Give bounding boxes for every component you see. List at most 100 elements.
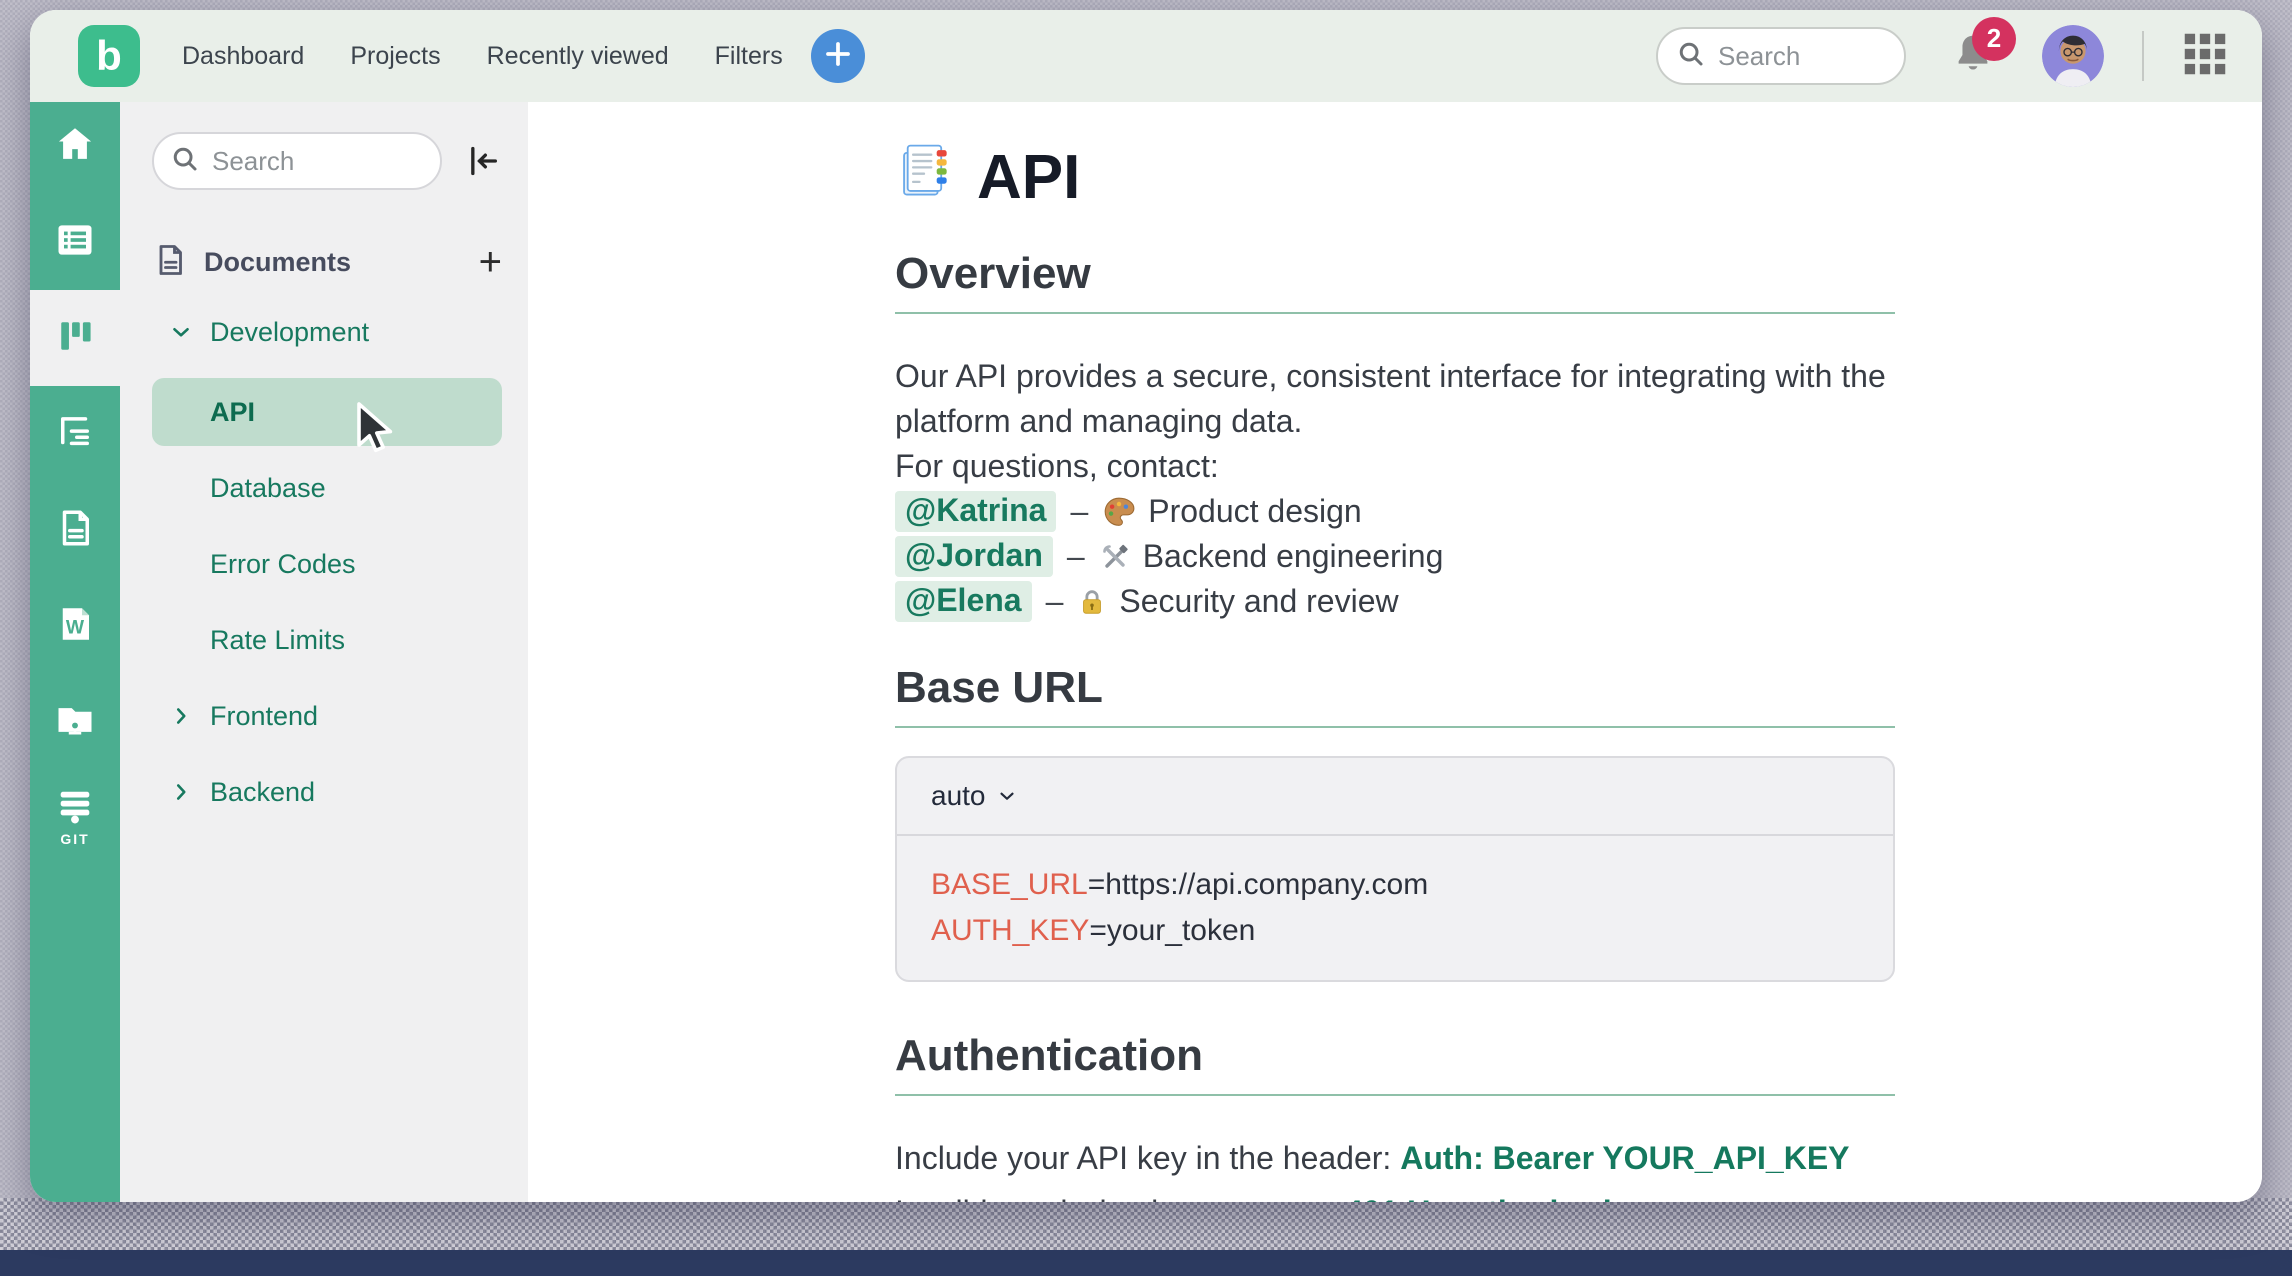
notifications-button[interactable]: 2 xyxy=(1950,31,1996,82)
auth-line-2: Invalid or missing key returns a 401 Una… xyxy=(895,1190,1895,1202)
collapse-sidebar-button[interactable] xyxy=(462,141,502,181)
tree-item-rate-limits[interactable]: Rate Limits xyxy=(152,618,502,662)
rail-item-folder-network[interactable] xyxy=(30,690,120,754)
background-grain xyxy=(0,1198,2292,1250)
list-board-icon xyxy=(53,218,97,267)
apps-grid-button[interactable] xyxy=(2178,27,2232,86)
search-icon xyxy=(170,144,200,179)
overview-paragraph: Our API provides a secure, consistent in… xyxy=(895,354,1895,489)
add-document-button[interactable]: + xyxy=(479,242,502,282)
app-logo-letter: b xyxy=(96,32,122,80)
notification-badge: 2 xyxy=(1972,17,2016,61)
global-search[interactable] xyxy=(1656,27,1906,85)
rail-item-kanban-active[interactable] xyxy=(30,290,120,386)
heading-rule xyxy=(895,1094,1895,1096)
app-logo[interactable]: b xyxy=(78,25,140,87)
documents-section-label: Documents xyxy=(204,247,463,278)
create-new-button[interactable] xyxy=(811,29,865,83)
app-window: b Dashboard Projects Recently viewed Fil… xyxy=(30,10,2262,1202)
lock-icon xyxy=(1077,586,1107,618)
rail-item-document[interactable] xyxy=(30,498,120,562)
rail-item-list[interactable] xyxy=(30,210,120,274)
code-value: =your_token xyxy=(1089,914,1255,947)
svg-text:W: W xyxy=(66,617,85,638)
chevron-down-icon xyxy=(996,785,1018,807)
tree-item-label: Backend xyxy=(210,777,315,808)
git-icon xyxy=(53,790,97,829)
code-line: AUTH_KEY=your_token xyxy=(931,908,1859,954)
code-line: BASE_URL=https://api.company.com xyxy=(931,862,1859,908)
mention-katrina[interactable]: @Katrina xyxy=(895,491,1056,532)
nav-projects[interactable]: Projects xyxy=(350,42,440,71)
code-key: AUTH_KEY xyxy=(931,914,1089,947)
topbar: b Dashboard Projects Recently viewed Fil… xyxy=(30,10,2262,102)
page-title-text: API xyxy=(977,144,1080,212)
top-navigation: Dashboard Projects Recently viewed Filte… xyxy=(182,42,783,71)
nav-filters[interactable]: Filters xyxy=(715,42,783,71)
git-label: GIT xyxy=(60,831,89,847)
tree-item-frontend[interactable]: Frontend xyxy=(152,694,502,738)
documents-sidebar: Documents + Development API Database Er xyxy=(120,102,528,1202)
code-block-body: BASE_URL=https://api.company.com AUTH_KE… xyxy=(897,836,1893,980)
user-avatar[interactable] xyxy=(2042,25,2104,87)
dash-separator: – xyxy=(1067,538,1085,575)
heading-rule xyxy=(895,312,1895,314)
code-value: =https://api.company.com xyxy=(1088,868,1428,901)
rail-item-home[interactable] xyxy=(30,114,120,178)
avatar-image xyxy=(2042,25,2104,87)
tree-item-label: Rate Limits xyxy=(210,625,345,656)
bookmark-tabs-icon xyxy=(895,142,953,214)
word-file-icon: W xyxy=(54,603,96,650)
tree-item-label: Development xyxy=(210,317,369,348)
contact-row: @Jordan – Backend engineering xyxy=(895,534,1895,579)
topbar-divider xyxy=(2142,31,2144,81)
tree-item-label: Error Codes xyxy=(210,549,356,580)
tree-item-backend[interactable]: Backend xyxy=(152,770,502,814)
section-heading-overview: Overview xyxy=(895,250,1895,298)
chevron-right-icon xyxy=(168,703,194,729)
tree-item-development[interactable]: Development xyxy=(152,310,502,354)
tree-item-label: Frontend xyxy=(210,701,318,732)
auth-401-code: 401 Unauthorized xyxy=(1345,1194,1612,1202)
search-icon xyxy=(1676,39,1706,74)
rail-item-git[interactable]: GIT xyxy=(30,786,120,850)
palette-icon xyxy=(1102,495,1136,529)
sidebar-search-input[interactable] xyxy=(212,146,424,177)
home-icon xyxy=(54,123,96,170)
documents-section-header[interactable]: Documents + xyxy=(152,242,502,282)
rail-item-word-file[interactable]: W xyxy=(30,594,120,658)
contact-role: Backend engineering xyxy=(1143,538,1444,575)
kanban-board-icon xyxy=(53,314,97,363)
sidebar-search[interactable] xyxy=(152,132,442,190)
tree-item-database[interactable]: Database xyxy=(152,466,502,510)
global-search-input[interactable] xyxy=(1718,41,1886,72)
code-key: BASE_URL xyxy=(931,868,1088,901)
document-content: API Overview Our API provides a secure, … xyxy=(528,102,2262,1202)
page-title: API xyxy=(895,142,1895,214)
bell-icon xyxy=(1950,64,1996,81)
tree-item-api-selected[interactable]: API xyxy=(152,378,502,446)
auth-line-1-text: Include your API key in the header: xyxy=(895,1140,1400,1176)
documents-tree: Development API Database Error Codes Rat… xyxy=(152,310,502,814)
mention-jordan[interactable]: @Jordan xyxy=(895,536,1053,577)
auth-line-1: Include your API key in the header: Auth… xyxy=(895,1136,1895,1180)
tree-item-label: API xyxy=(152,397,255,428)
dash-separator: – xyxy=(1046,583,1064,620)
rail-item-outline[interactable] xyxy=(30,402,120,466)
outline-tree-icon xyxy=(54,411,96,458)
chevron-right-icon xyxy=(168,779,194,805)
nav-recently-viewed[interactable]: Recently viewed xyxy=(487,42,669,71)
taskbar-strip xyxy=(0,1250,2292,1276)
contact-row: @Katrina – Product design xyxy=(895,489,1895,534)
mention-elena[interactable]: @Elena xyxy=(895,581,1032,622)
code-block-header: auto xyxy=(897,758,1893,836)
auth-line-2-text: Invalid or missing key returns a xyxy=(895,1194,1345,1202)
nav-dashboard[interactable]: Dashboard xyxy=(182,42,304,71)
contact-row: @Elena – Security and review xyxy=(895,579,1895,624)
code-language-selector[interactable]: auto xyxy=(931,778,1018,814)
collapse-panel-icon xyxy=(462,141,502,181)
code-language-value: auto xyxy=(931,778,986,814)
tree-item-error-codes[interactable]: Error Codes xyxy=(152,542,502,586)
chevron-down-icon xyxy=(168,319,194,345)
tree-item-label: Database xyxy=(210,473,326,504)
